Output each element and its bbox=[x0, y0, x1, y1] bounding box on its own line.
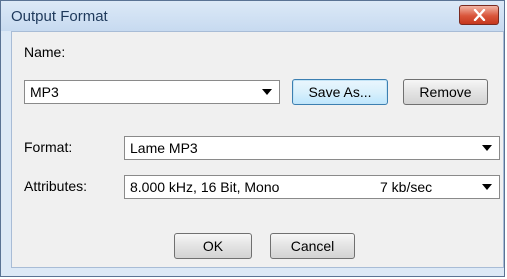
attributes-combobox[interactable]: 8.000 kHz, 16 Bit, Mono 7 kb/sec bbox=[124, 175, 500, 199]
attributes-value: 8.000 kHz, 16 Bit, Mono bbox=[130, 179, 280, 195]
cancel-button[interactable]: Cancel bbox=[270, 233, 355, 259]
chevron-down-icon bbox=[482, 184, 492, 190]
dialog-body: Name: MP3 Save As... Remove Format: Lame… bbox=[11, 31, 504, 268]
output-format-dialog: Output Format Name: MP3 Save As... Remov… bbox=[0, 0, 505, 277]
ok-button[interactable]: OK bbox=[174, 233, 252, 259]
format-label: Format: bbox=[24, 139, 73, 155]
format-value: Lame MP3 bbox=[130, 140, 198, 156]
format-combobox[interactable]: Lame MP3 bbox=[124, 136, 500, 160]
title-bar[interactable]: Output Format bbox=[1, 1, 504, 31]
attributes-rate: 7 kb/sec bbox=[380, 179, 433, 195]
attributes-label: Attributes: bbox=[24, 178, 88, 194]
remove-button[interactable]: Remove bbox=[403, 79, 488, 105]
save-as-button[interactable]: Save As... bbox=[292, 79, 388, 105]
chevron-down-icon bbox=[262, 89, 272, 95]
name-combobox[interactable]: MP3 bbox=[24, 80, 280, 104]
name-value: MP3 bbox=[30, 84, 59, 100]
window-title: Output Format bbox=[11, 8, 108, 25]
chevron-down-icon bbox=[482, 145, 492, 151]
close-button[interactable] bbox=[459, 5, 499, 25]
close-icon bbox=[473, 9, 486, 21]
name-label: Name: bbox=[24, 44, 66, 60]
